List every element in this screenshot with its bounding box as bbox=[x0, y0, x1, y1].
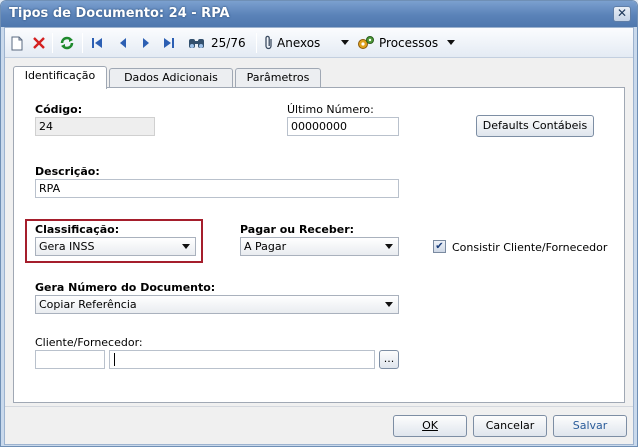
gera-numero-label: Gera Número do Documento: bbox=[35, 281, 216, 294]
close-icon: ✕ bbox=[616, 6, 628, 20]
toolbar-separator bbox=[52, 33, 53, 53]
codigo-field: 24 bbox=[35, 117, 155, 136]
search-binoculars-icon[interactable] bbox=[187, 33, 207, 53]
chevron-down-icon bbox=[385, 244, 393, 249]
dialog-window: Tipos de Documento: 24 - RPA ✕ 25/76 Ane… bbox=[0, 0, 638, 447]
tab-label: Identificação bbox=[24, 69, 96, 82]
toolbar: 25/76 Anexos Processos bbox=[5, 28, 633, 58]
refresh-icon[interactable] bbox=[58, 33, 76, 53]
toolbar-separator bbox=[256, 33, 257, 53]
toolbar-separator bbox=[82, 33, 83, 53]
close-button[interactable]: ✕ bbox=[613, 6, 631, 22]
window-title: Tipos de Documento: 24 - RPA bbox=[9, 6, 230, 21]
descricao-field[interactable]: RPA bbox=[35, 179, 399, 198]
tab-label: Dados Adicionais bbox=[124, 71, 218, 84]
checkmark-icon: ✔ bbox=[435, 241, 444, 252]
tab-dados-adicionais[interactable]: Dados Adicionais bbox=[109, 68, 233, 88]
defaults-contabeis-button[interactable]: Defaults Contábeis bbox=[476, 115, 594, 137]
ok-button[interactable]: OK bbox=[393, 415, 467, 437]
save-label: Salvar bbox=[572, 419, 608, 432]
tab-identificacao[interactable]: Identificação bbox=[13, 66, 107, 89]
chevron-down-icon bbox=[447, 40, 455, 45]
ultimo-numero-label: Último Número: bbox=[287, 103, 374, 116]
processos-label: Processos bbox=[379, 36, 439, 50]
tab-parametros[interactable]: Parâmetros bbox=[235, 68, 321, 88]
ok-label: OK bbox=[422, 419, 438, 432]
descricao-label: Descrição: bbox=[35, 165, 100, 178]
gears-icon bbox=[358, 36, 374, 49]
cliente-label: Cliente/Fornecedor: bbox=[35, 336, 143, 349]
cancel-button[interactable]: Cancelar bbox=[473, 415, 547, 437]
cliente-code-field[interactable] bbox=[35, 350, 105, 369]
identificacao-panel: Código: 24 Último Número: 00000000 Defau… bbox=[13, 87, 625, 403]
chevron-down-icon bbox=[182, 244, 190, 249]
pagar-receber-label: Pagar ou Receber: bbox=[240, 223, 355, 236]
browse-cliente-button[interactable]: ... bbox=[379, 350, 399, 369]
dialog-footer: OK Cancelar Salvar bbox=[5, 406, 633, 444]
title-bar[interactable]: Tipos de Documento: 24 - RPA ✕ bbox=[1, 1, 637, 27]
last-record-icon[interactable] bbox=[161, 33, 177, 53]
previous-record-icon[interactable] bbox=[115, 33, 131, 53]
record-position: 25/76 bbox=[211, 36, 246, 50]
new-document-icon[interactable] bbox=[9, 33, 25, 53]
dialog-client: 25/76 Anexos Processos Identificação Dad… bbox=[4, 27, 634, 445]
ultimo-numero-field[interactable]: 00000000 bbox=[287, 117, 399, 136]
classificacao-label: Classificação: bbox=[35, 223, 120, 236]
consistir-label: Consistir Cliente/Fornecedor bbox=[452, 241, 608, 254]
gera-numero-value: Copiar Referência bbox=[39, 298, 137, 311]
text-caret bbox=[114, 353, 115, 366]
anexos-button[interactable]: Anexos bbox=[263, 33, 349, 53]
chevron-down-icon bbox=[341, 40, 349, 45]
paperclip-icon bbox=[265, 35, 272, 50]
consistir-checkbox[interactable]: ✔ bbox=[433, 240, 446, 253]
gera-numero-select[interactable]: Copiar Referência bbox=[35, 295, 399, 314]
pagar-receber-select[interactable]: A Pagar bbox=[240, 237, 399, 256]
first-record-icon[interactable] bbox=[89, 33, 105, 53]
chevron-down-icon bbox=[385, 302, 393, 307]
cliente-name-field[interactable] bbox=[109, 350, 375, 369]
classificacao-select[interactable]: Gera INSS bbox=[35, 237, 196, 256]
save-button[interactable]: Salvar bbox=[553, 415, 627, 437]
anexos-label: Anexos bbox=[277, 36, 321, 50]
next-record-icon[interactable] bbox=[138, 33, 154, 53]
cancel-label: Cancelar bbox=[485, 419, 535, 432]
processos-button[interactable]: Processos bbox=[357, 33, 455, 53]
pagar-receber-value: A Pagar bbox=[244, 240, 287, 253]
codigo-label: Código: bbox=[35, 103, 83, 116]
classificacao-value: Gera INSS bbox=[39, 240, 95, 253]
tab-label: Parâmetros bbox=[246, 71, 310, 84]
delete-icon[interactable] bbox=[31, 33, 47, 53]
